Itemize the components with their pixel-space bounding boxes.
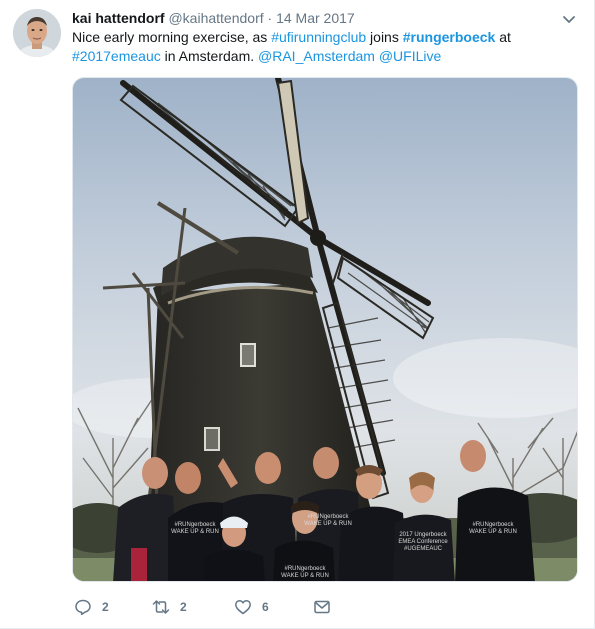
windmill-group-photo: #RUNgerboeck WAKE UP & RUN #RUNgerboeck …: [73, 78, 577, 581]
tweet-text-segment: joins: [366, 29, 403, 45]
shirt-print: #RUNgerboeck: [472, 522, 514, 528]
retweet-count: 2: [180, 600, 187, 614]
shirt-print: #UGEMEAUC: [404, 546, 443, 552]
user-fullname[interactable]: kai hattendorf: [72, 10, 165, 26]
retweet-icon: [152, 600, 170, 614]
hashtag-rungerboeck[interactable]: #rungerboeck: [403, 29, 496, 45]
shirt-print: #RUNgerboeck: [174, 522, 216, 528]
direct-message-button[interactable]: [313, 596, 341, 618]
heart-icon: [235, 599, 251, 615]
tweet-header: kai hattendorf @kaihattendorf · 14 Mar 2…: [72, 9, 355, 27]
tweet-text: Nice early morning exercise, as #ufirunn…: [72, 28, 572, 66]
shirt-print: #RUNgerboeck: [284, 566, 326, 572]
chevron-down-icon[interactable]: [560, 10, 578, 28]
tweet-text-segment: at: [495, 29, 511, 45]
tweet-text-segment: Nice early morning exercise, as: [72, 29, 272, 45]
retweet-button[interactable]: 2: [152, 596, 187, 618]
avatar[interactable]: [13, 9, 61, 57]
tweet-photo[interactable]: #RUNgerboeck WAKE UP & RUN #RUNgerboeck …: [72, 77, 578, 582]
tweet-actions: 2 2 6: [72, 596, 372, 618]
like-button[interactable]: 6: [234, 596, 269, 618]
hashtag-ufirunningclub[interactable]: #ufirunningclub: [271, 29, 366, 45]
shirt-print: EMEA Conference: [398, 539, 448, 545]
user-handle[interactable]: @kaihattendorf: [168, 10, 263, 26]
tweet-timestamp[interactable]: 14 Mar 2017: [276, 10, 355, 26]
shirt-print: WAKE UP & RUN: [171, 529, 219, 535]
tweet-text-segment: in Amsterdam.: [160, 48, 259, 64]
hashtag-2017emeauc[interactable]: #2017emeauc: [72, 48, 161, 64]
reply-icon: [75, 599, 91, 616]
reply-count: 2: [102, 600, 109, 614]
mention-rai-amsterdam[interactable]: @RAI_Amsterdam: [258, 48, 375, 64]
shirt-print: WAKE UP & RUN: [281, 573, 329, 579]
shirt-print: WAKE UP & RUN: [469, 529, 517, 535]
separator-dot: ·: [267, 10, 273, 26]
reply-button[interactable]: 2: [74, 596, 109, 618]
shirt-print: 2017 Ungerboeck: [399, 532, 447, 538]
shirt-print: WAKE UP & RUN: [304, 521, 352, 527]
envelope-icon: [314, 600, 330, 614]
like-count: 6: [262, 600, 269, 614]
shirt-print: #RUNgerboeck: [307, 514, 349, 520]
tweet-card[interactable]: kai hattendorf @kaihattendorf · 14 Mar 2…: [0, 0, 595, 629]
mention-ufilive[interactable]: @UFILive: [379, 48, 441, 64]
